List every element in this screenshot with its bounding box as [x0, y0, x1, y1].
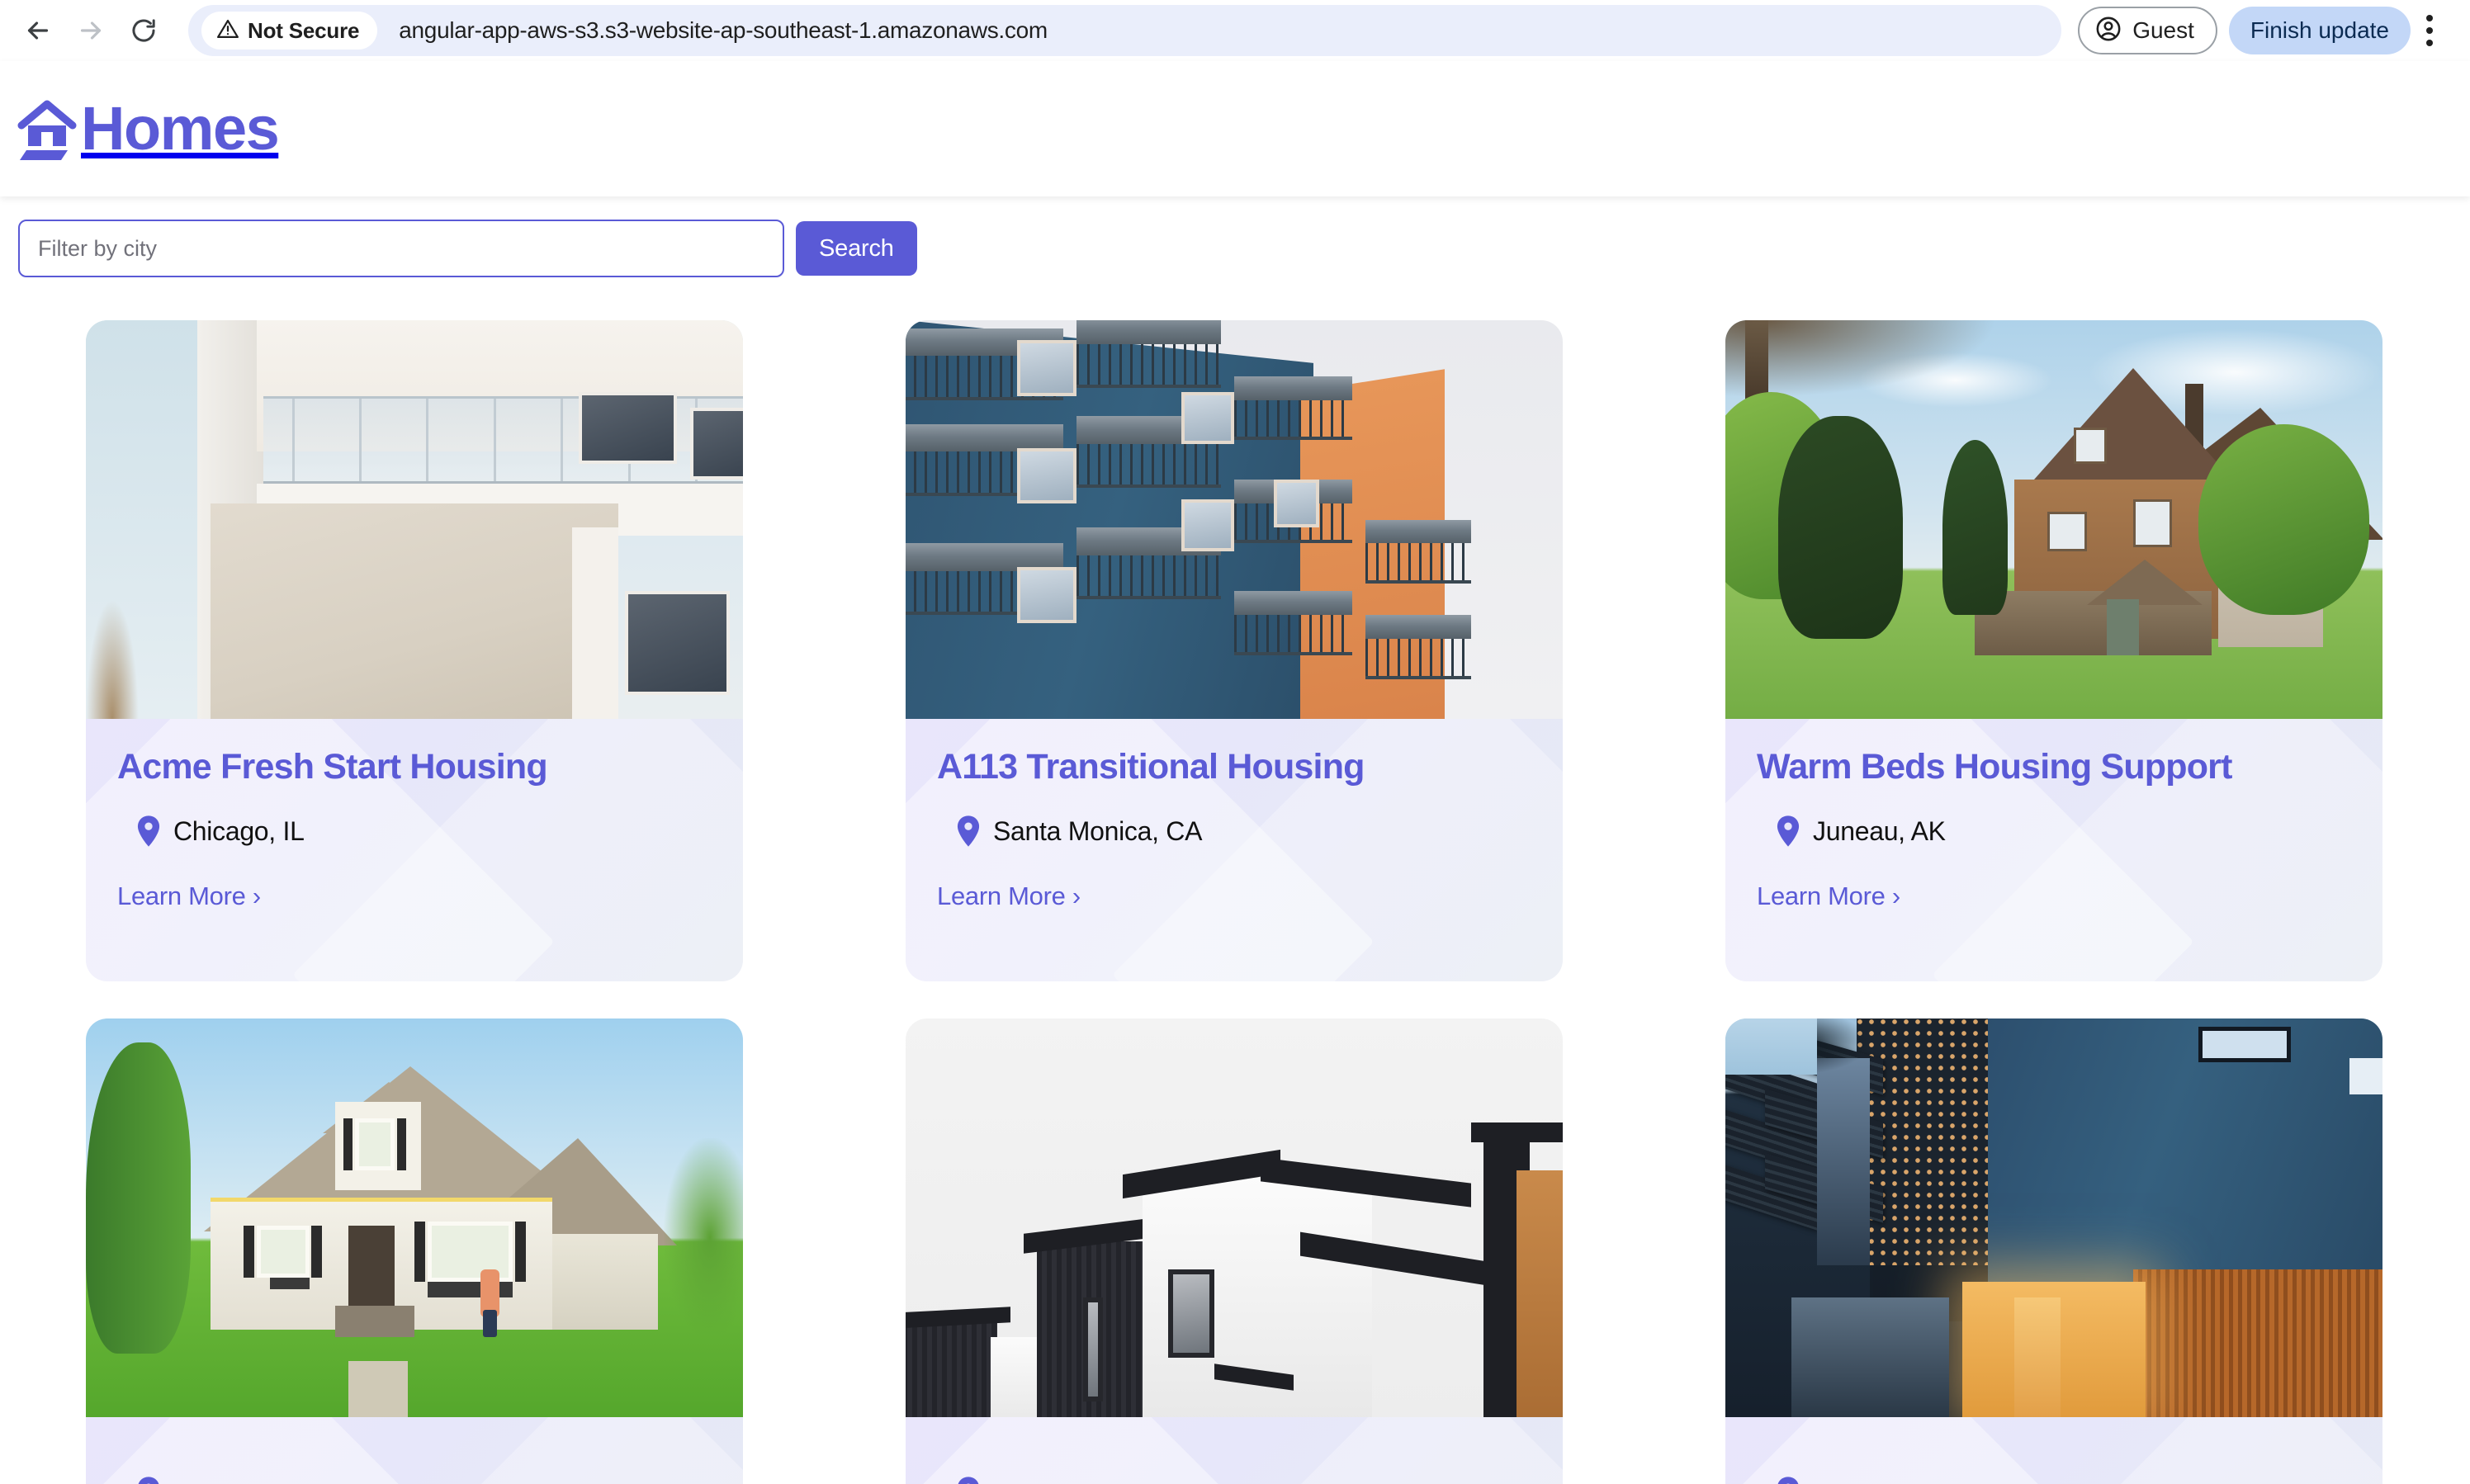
- housing-card[interactable]: Warm Beds Housing Support Juneau, AK Lea…: [1725, 320, 2382, 981]
- housing-location: [117, 1477, 743, 1484]
- housing-card-body: [1725, 1417, 2382, 1484]
- housing-photo: [1725, 1018, 2382, 1417]
- forward-button[interactable]: [64, 4, 117, 57]
- learn-more-link[interactable]: Learn More ›: [937, 881, 1081, 911]
- reload-icon: [130, 17, 158, 45]
- housing-card-body: [86, 1417, 743, 1484]
- app-header: Homes: [0, 61, 2470, 196]
- housing-photo: [906, 320, 1563, 719]
- address-bar[interactable]: Not Secure angular-app-aws-s3.s3-website…: [188, 5, 2062, 56]
- housing-location: [937, 1477, 1563, 1484]
- housing-city: Chicago, IL: [173, 815, 305, 846]
- housing-card-grid: Acme Fresh Start Housing Chicago, IL Lea…: [0, 320, 2470, 1484]
- profile-button[interactable]: Guest: [2078, 7, 2217, 54]
- warning-triangle-icon: [216, 17, 239, 45]
- reload-button[interactable]: [117, 4, 170, 57]
- housing-card[interactable]: Acme Fresh Start Housing Chicago, IL Lea…: [86, 320, 743, 981]
- housing-city: Santa Monica, CA: [993, 815, 1203, 846]
- housing-card-body: Acme Fresh Start Housing Chicago, IL Lea…: [86, 719, 743, 981]
- housing-location: Chicago, IL: [117, 815, 743, 847]
- kebab-menu-icon[interactable]: [2407, 5, 2452, 56]
- search-button[interactable]: Search: [796, 221, 917, 276]
- housing-city: Juneau, AK: [1813, 815, 1946, 846]
- housing-card-body: A113 Transitional Housing Santa Monica, …: [906, 719, 1563, 981]
- location-pin-icon: [957, 815, 980, 847]
- location-pin-icon: [957, 1477, 980, 1484]
- housing-location: Juneau, AK: [1757, 815, 2382, 847]
- brand-title: Homes: [81, 94, 280, 163]
- housing-card[interactable]: [906, 1018, 1563, 1484]
- security-status-chip[interactable]: Not Secure: [201, 12, 378, 50]
- housing-photo: [906, 1018, 1563, 1417]
- profile-label: Guest: [2132, 17, 2194, 43]
- browser-toolbar: Not Secure angular-app-aws-s3.s3-website…: [0, 0, 2470, 61]
- location-pin-icon: [137, 1477, 160, 1484]
- finish-update-label: Finish update: [2250, 17, 2389, 43]
- finish-update-button[interactable]: Finish update: [2228, 7, 2411, 54]
- search-input[interactable]: [18, 220, 784, 277]
- location-pin-icon: [1777, 815, 1800, 847]
- back-arrow-icon: [23, 16, 53, 45]
- housing-card[interactable]: [1725, 1018, 2382, 1484]
- housing-card[interactable]: [86, 1018, 743, 1484]
- back-button[interactable]: [12, 4, 64, 57]
- housing-card-body: [906, 1417, 1563, 1484]
- url-text[interactable]: angular-app-aws-s3.s3-website-ap-southea…: [399, 17, 1048, 44]
- brand-home-link[interactable]: Homes: [15, 94, 280, 163]
- housing-name: A113 Transitional Housing: [937, 747, 1365, 787]
- housing-location: [1757, 1477, 2382, 1484]
- home-logo-icon: [15, 96, 79, 162]
- housing-card[interactable]: A113 Transitional Housing Santa Monica, …: [906, 320, 1563, 981]
- location-pin-icon: [137, 815, 160, 847]
- location-pin-icon: [1777, 1477, 1800, 1484]
- search-row: Search: [0, 196, 2470, 277]
- housing-location: Santa Monica, CA: [937, 815, 1563, 847]
- housing-card-body: Warm Beds Housing Support Juneau, AK Lea…: [1725, 719, 2382, 981]
- housing-photo: [86, 1018, 743, 1417]
- forward-arrow-icon: [76, 16, 106, 45]
- learn-more-link[interactable]: Learn More ›: [1757, 881, 1900, 911]
- housing-name: Acme Fresh Start Housing: [117, 747, 548, 787]
- housing-photo: [86, 320, 743, 719]
- account-circle-icon: [2094, 15, 2122, 47]
- housing-name: Warm Beds Housing Support: [1757, 747, 2232, 787]
- learn-more-link[interactable]: Learn More ›: [117, 881, 261, 911]
- housing-photo: [1725, 320, 2382, 719]
- security-status-label: Not Secure: [248, 17, 360, 43]
